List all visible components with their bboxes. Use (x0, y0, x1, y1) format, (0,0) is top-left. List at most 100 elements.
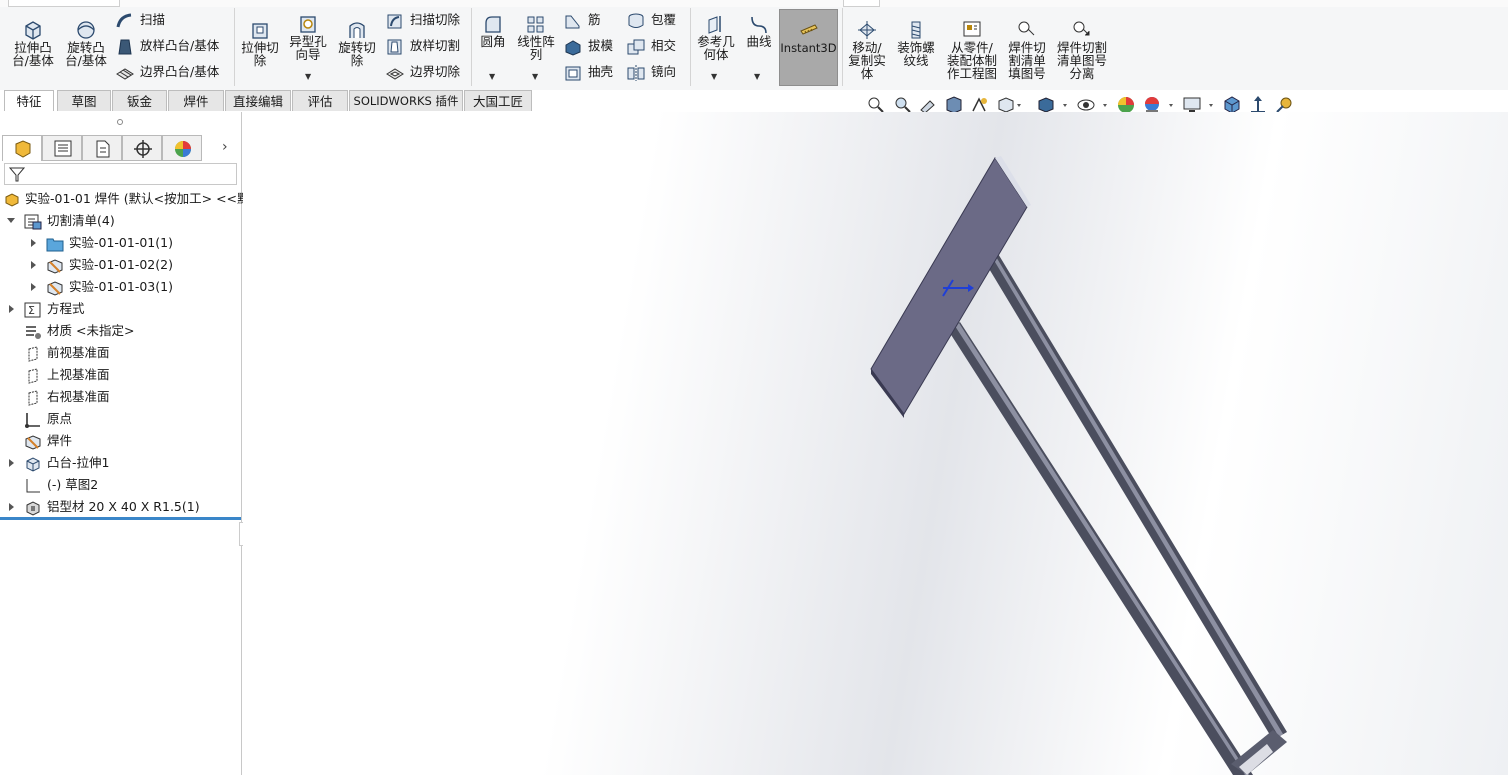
expand-arrow-icon[interactable] (31, 239, 36, 247)
intersect-button[interactable]: 相交 (626, 35, 676, 57)
expand-arrow-icon[interactable] (31, 261, 36, 269)
shell-button[interactable]: 抽壳 (563, 61, 613, 83)
boss-extrude-icon (26, 456, 40, 472)
group-separator (690, 8, 691, 86)
equations-icon: Σ (24, 302, 41, 317)
curves-button[interactable]: 曲线 (741, 14, 777, 48)
weldment-part-icon (5, 192, 19, 207)
make-drawing-button[interactable]: 从零件/ 装配体制 作工程图 (942, 20, 1002, 80)
tree-item-right-plane[interactable]: 右视基准面 (24, 386, 110, 408)
tab-evaluate[interactable]: 评估 (292, 90, 348, 111)
instant3d-button[interactable]: Instant3D (779, 9, 838, 86)
sweep-cut-button[interactable]: 扫描切除 (385, 9, 460, 31)
expand-arrow-icon[interactable] (9, 503, 14, 511)
structural-member-icon (47, 258, 63, 274)
tab-sketch[interactable]: 草图 (57, 90, 111, 111)
move-copy-body-button[interactable]: 移动/ 复制实 体 (845, 20, 889, 80)
hole-wizard-button[interactable]: 异型孔 向导 (285, 14, 331, 61)
wrap-button[interactable]: 包覆 (626, 9, 676, 31)
3d-model-viewport (870, 156, 1287, 775)
tab-feature-manager[interactable] (2, 135, 42, 161)
hole-wizard-dropdown-icon[interactable]: ▼ (305, 72, 311, 81)
weld-cutlist-balloon-button[interactable]: 焊件切 割清单 填图号 (1004, 20, 1050, 80)
linear-pattern-button[interactable]: 线性阵 列 (514, 14, 558, 61)
sweep-icon (116, 13, 132, 27)
tab-sheet-metal[interactable]: 钣金 (112, 90, 167, 111)
fillet-dropdown-icon[interactable]: ▼ (489, 72, 495, 81)
tree-item-equations[interactable]: Σ 方程式 (24, 298, 85, 320)
rib-button[interactable]: 筋 (563, 9, 601, 31)
expand-arrow-icon[interactable] (9, 459, 14, 467)
weld-cutlist-detach-button[interactable]: 焊件切割 清单图号 分离 (1052, 20, 1112, 80)
boundary-cut-button[interactable]: 边界切除 (385, 61, 460, 83)
tree-item-material[interactable]: 材质 <未指定> (24, 320, 134, 342)
tree-item-top-plane[interactable]: 上视基准面 (24, 364, 110, 386)
reference-geometry-icon (708, 16, 721, 34)
loft-boss-button[interactable]: 放样凸台/基体 (115, 35, 219, 57)
expand-arrow-icon[interactable] (9, 305, 14, 313)
curves-dropdown-icon[interactable]: ▼ (754, 72, 760, 81)
tree-filter-box[interactable] (4, 163, 237, 185)
tree-item-weldments[interactable]: 焊件 (24, 430, 72, 452)
filter-icon (8, 167, 26, 182)
reference-geometry-button[interactable]: 参考几 何体 (693, 14, 739, 61)
tab-direct-editing[interactable]: 直接编辑 (225, 90, 291, 111)
linear-pattern-dropdown-icon[interactable]: ▼ (532, 72, 538, 81)
tree-item-origin[interactable]: 原点 (24, 408, 72, 430)
sweep-button[interactable]: 扫描 (115, 9, 165, 31)
fillet-button[interactable]: 圆角 (476, 14, 510, 48)
panel-splitter-handle[interactable] (117, 119, 123, 125)
fillet-icon (485, 16, 501, 33)
graphics-area[interactable] (243, 112, 1508, 775)
cosmetic-thread-button[interactable]: 装饰螺 纹线 (893, 20, 939, 67)
tree-root-part[interactable]: 实验-01-01 焊件 (默认<按加工> <<默认 (4, 188, 262, 210)
title-strip (0, 0, 1508, 7)
tree-item-cutlist-03[interactable]: 实验-01-01-03(1) (46, 276, 173, 298)
expand-arrow-icon[interactable] (31, 283, 36, 291)
rollback-bar[interactable] (0, 517, 241, 520)
tree-item-front-plane[interactable]: 前视基准面 (24, 342, 110, 364)
tree-item-structural-member[interactable]: 铝型材 20 X 40 X R1.5(1) (24, 496, 200, 518)
extrude-cut-icon (252, 23, 268, 39)
tab-daguo-gongjiang[interactable]: 大国工匠 (464, 90, 532, 111)
rail-left-highlight (955, 323, 1249, 775)
wrap-icon (628, 13, 644, 28)
tree-item-sketch[interactable]: (-) 草图2 (24, 474, 98, 496)
tab-display-manager[interactable] (162, 135, 202, 161)
revolve-cut-icon (349, 22, 365, 38)
tab-features[interactable]: 特征 (4, 90, 54, 111)
structural-member-icon (26, 500, 40, 516)
draft-button[interactable]: 拔模 (563, 35, 613, 57)
group-separator (471, 8, 472, 86)
group-separator (234, 8, 235, 86)
tree-item-cutlist-02[interactable]: 实验-01-01-02(2) (46, 254, 173, 276)
tab-solidworks-addins[interactable]: SOLIDWORKS 插件 (349, 90, 463, 111)
sweep-cut-icon (387, 14, 402, 28)
boundary-boss-button[interactable]: 边界凸台/基体 (115, 61, 219, 83)
chevron-right-icon[interactable]: › (222, 139, 228, 155)
extrude-cut-button[interactable]: 拉伸切 除 (238, 20, 282, 67)
linear-pattern-icon (527, 16, 544, 33)
tree-item-cutlist[interactable]: 切割清单(4) (24, 210, 115, 232)
extrude-boss-button[interactable]: 拉伸凸 台/基体 (8, 20, 58, 67)
manager-tabs: › (2, 135, 242, 161)
reference-geometry-dropdown-icon[interactable]: ▼ (711, 72, 717, 81)
property-manager-icon (54, 140, 72, 157)
tree-item-boss-extrude[interactable]: 凸台-拉伸1 (24, 452, 109, 474)
cosmetic-thread-icon (911, 21, 921, 39)
tree-item-cutlist-01[interactable]: 实验-01-01-01(1) (46, 232, 173, 254)
collapse-arrow-icon[interactable] (7, 218, 15, 223)
mirror-button[interactable]: 镜向 (626, 61, 676, 83)
boundary-cut-icon (386, 67, 404, 80)
origin-icon (25, 412, 40, 428)
move-copy-icon (858, 21, 876, 39)
display-manager-icon (175, 141, 191, 157)
revolve-cut-button[interactable]: 旋转切 除 (334, 20, 380, 67)
plane-icon (28, 345, 38, 362)
tab-configuration-manager[interactable] (82, 135, 122, 161)
tab-property-manager[interactable] (42, 135, 82, 161)
tab-dimxpert-manager[interactable] (122, 135, 162, 161)
tab-weldments[interactable]: 焊件 (168, 90, 224, 111)
loft-cut-button[interactable]: 放样切割 (385, 35, 460, 57)
revolve-boss-button[interactable]: 旋转凸 台/基体 (60, 20, 112, 67)
